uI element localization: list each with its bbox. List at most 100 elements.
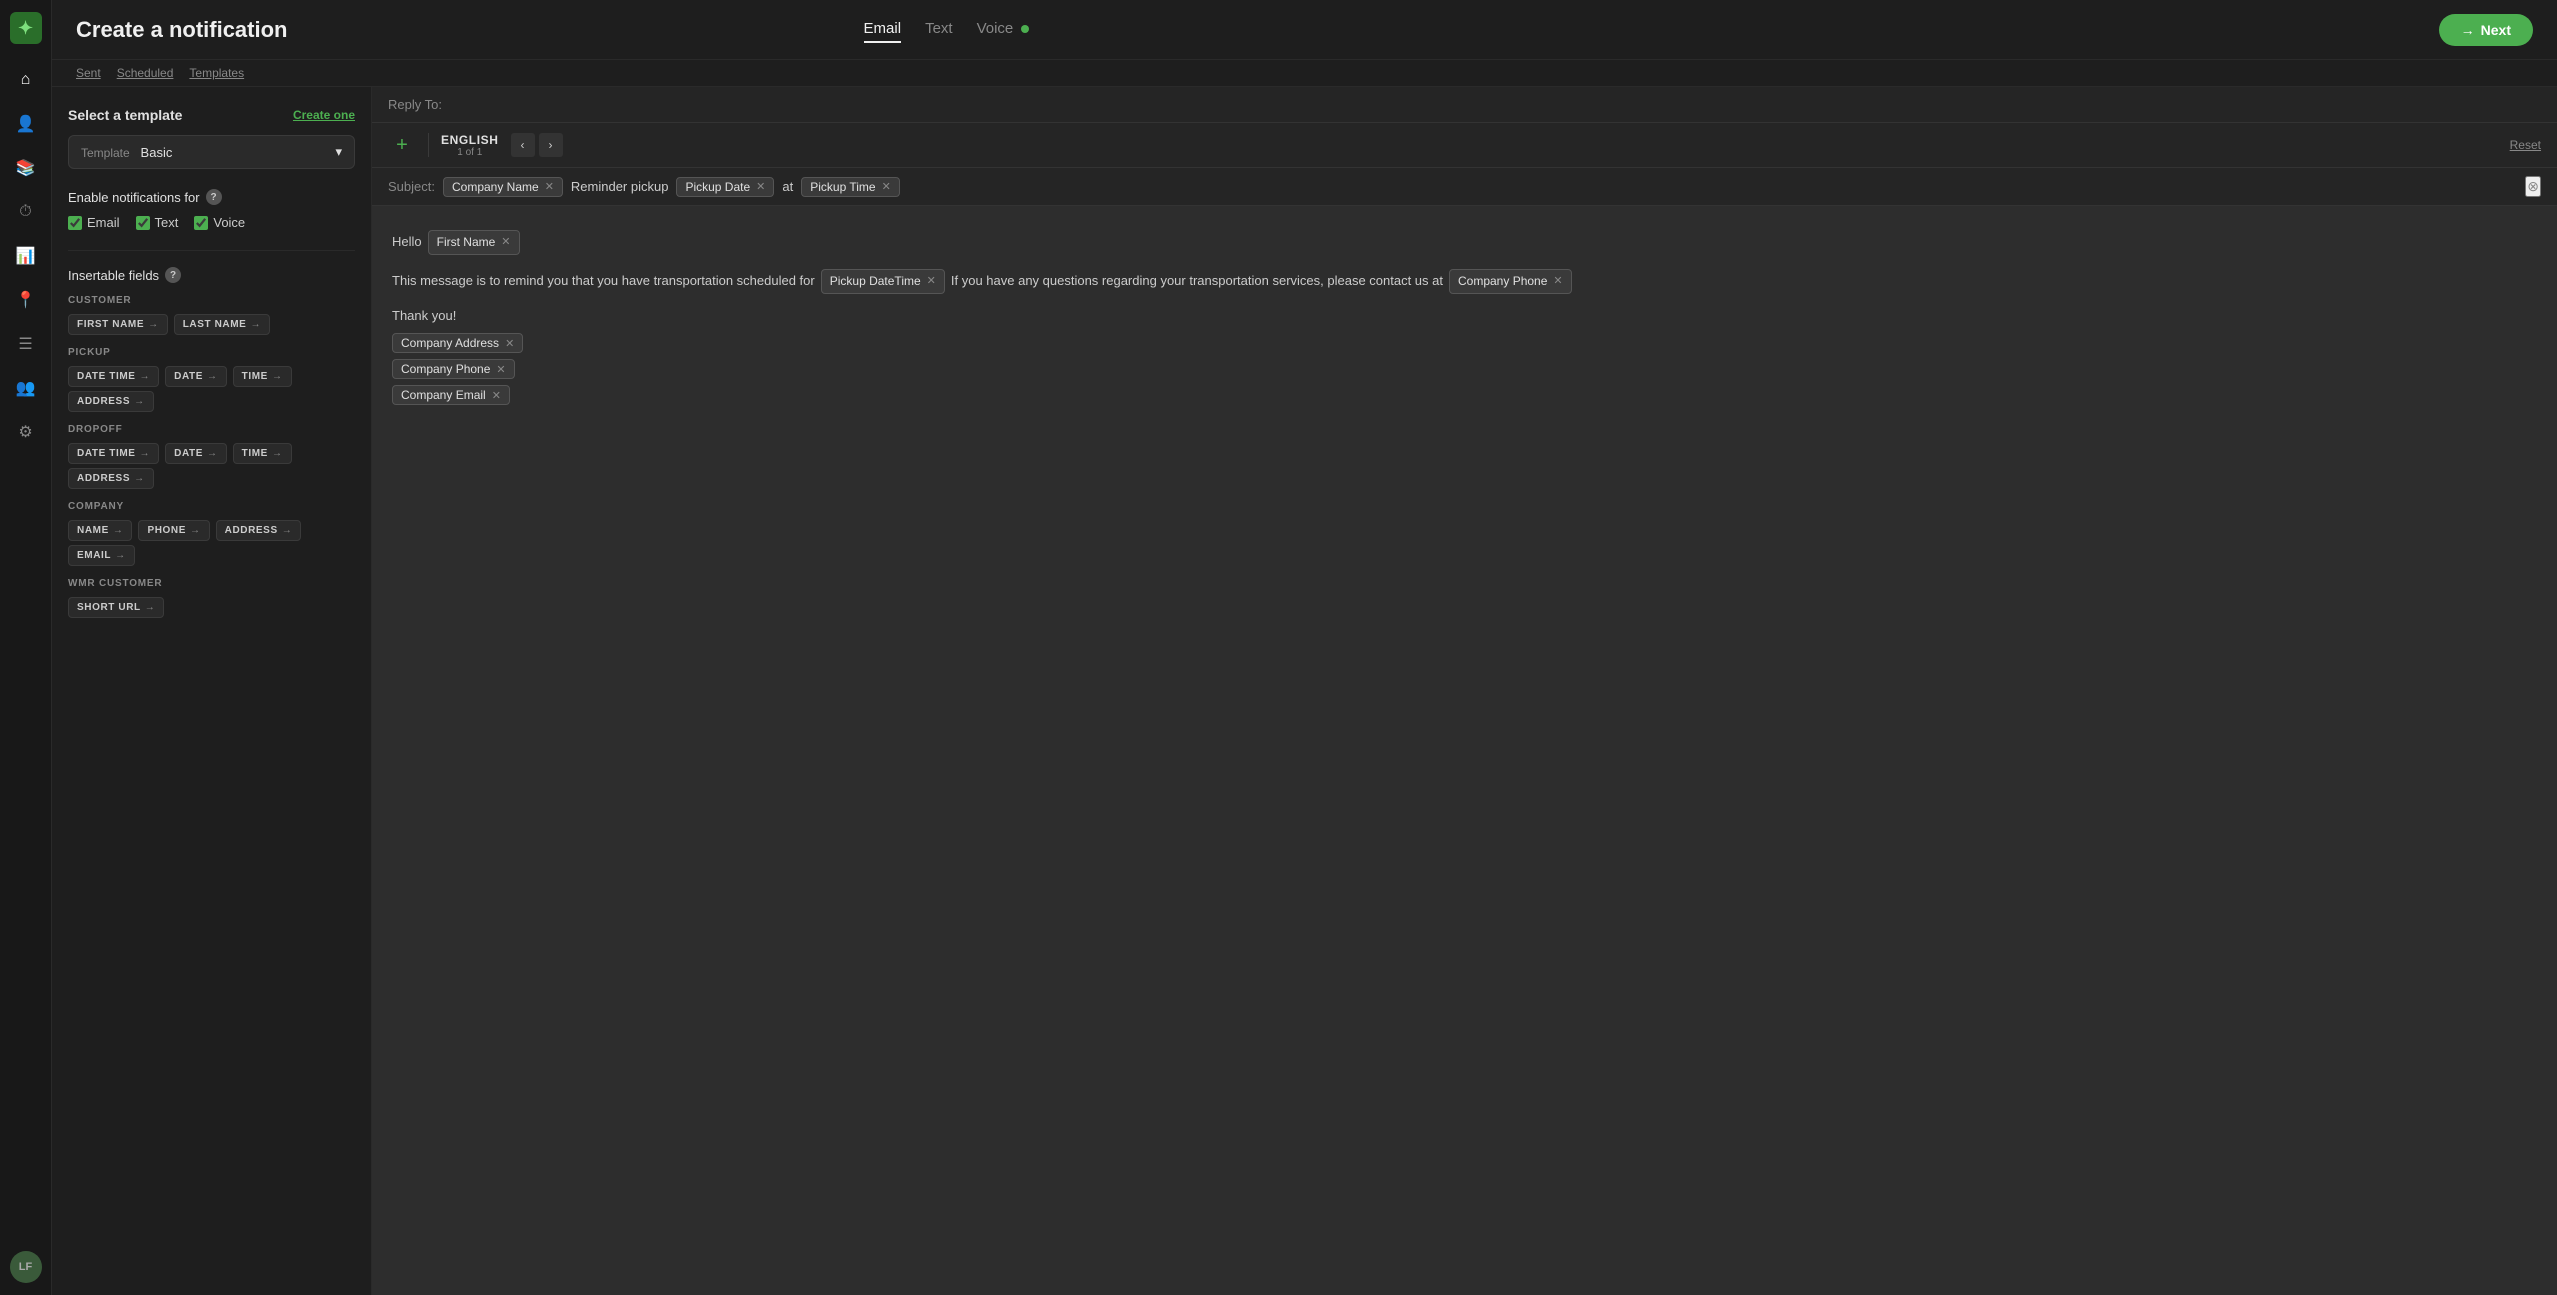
arrow-icon: →	[207, 371, 218, 382]
sidebar: ✦ ⌂ 👤 📚 ⏱ 📊 📍 ☰ 👥 ⚙ LF	[0, 0, 52, 1295]
field-btn-dropoff-date[interactable]: DATE →	[165, 443, 227, 464]
subject-label: Subject:	[388, 179, 435, 194]
reply-to-label: Reply To:	[388, 97, 442, 112]
field-btn-dropoff-time[interactable]: TIME →	[233, 443, 292, 464]
notification-channels: Email Text Voice	[68, 215, 355, 230]
sidebar-item-clock[interactable]: ⏱	[8, 194, 44, 230]
field-btn-company-address[interactable]: ADDRESS →	[216, 520, 302, 541]
arrow-icon: →	[140, 371, 151, 382]
field-btn-company-email[interactable]: EMAIL →	[68, 545, 135, 566]
language-nav: ‹ ›	[511, 133, 563, 157]
arrow-icon: →	[113, 525, 124, 536]
select-template-label: Select a template	[68, 107, 182, 123]
remove-pickup-date-tag[interactable]: ✕	[756, 180, 765, 193]
remove-first-name-tag[interactable]: ✕	[501, 234, 510, 252]
sub-nav-sent[interactable]: Sent	[76, 66, 101, 80]
arrow-icon: →	[250, 319, 261, 330]
sidebar-item-group[interactable]: 👥	[8, 370, 44, 406]
field-btn-short-url[interactable]: SHORT URL →	[68, 597, 164, 618]
sidebar-item-chart[interactable]: 📊	[8, 238, 44, 274]
enable-title: Enable notifications for ?	[68, 189, 355, 205]
arrow-icon: →	[272, 448, 283, 459]
field-btn-dropoff-address[interactable]: ADDRESS →	[68, 468, 154, 489]
tab-voice[interactable]: Voice	[977, 16, 1030, 43]
remove-company-phone-tag[interactable]: ✕	[1553, 273, 1562, 291]
sidebar-item-list[interactable]: ☰	[8, 326, 44, 362]
email-editor: Reply To: + ENGLISH 1 of 1 ‹ › Reset Sub…	[372, 87, 2557, 1295]
thank-you-text: Thank you!	[392, 308, 2537, 323]
reset-button[interactable]: Reset	[2510, 138, 2541, 152]
sidebar-item-book[interactable]: 📚	[8, 150, 44, 186]
template-dropdown[interactable]: Template Basic ▾	[68, 135, 355, 169]
field-btn-pickup-datetime[interactable]: DATE TIME →	[68, 366, 159, 387]
sidebar-item-home[interactable]: ⌂	[8, 62, 44, 98]
remove-company-phone-sig-tag[interactable]: ✕	[496, 363, 505, 376]
signature-tag-address: Company Address ✕	[392, 333, 2537, 353]
subject-tag-pickup-date: Pickup Date ✕	[676, 177, 774, 197]
insertable-fields-section: Insertable fields ?	[68, 267, 355, 283]
voice-checkbox[interactable]	[194, 216, 208, 230]
customer-group-label: CUSTOMER	[68, 295, 355, 306]
email-checkbox-label[interactable]: Email	[68, 215, 120, 230]
field-btn-dropoff-datetime[interactable]: DATE TIME →	[68, 443, 159, 464]
avatar[interactable]: LF	[10, 1251, 42, 1283]
customer-fields: FIRST NAME → LAST NAME →	[68, 314, 355, 335]
arrow-icon: →	[282, 525, 293, 536]
subject-text-at: at	[782, 179, 793, 194]
add-language-button[interactable]: +	[388, 131, 416, 159]
wmr-fields: SHORT URL →	[68, 597, 355, 618]
content-area: Select a template Create one Template Ba…	[52, 87, 2557, 1295]
pickup-group-label: PICKUP	[68, 347, 355, 358]
subject-tag-company-name: Company Name ✕	[443, 177, 563, 197]
voice-info-dot	[1021, 25, 1029, 33]
enable-info-icon[interactable]: ?	[206, 189, 222, 205]
field-btn-first-name[interactable]: FIRST NAME →	[68, 314, 168, 335]
sidebar-item-users[interactable]: 👤	[8, 106, 44, 142]
next-language-button[interactable]: ›	[539, 133, 563, 157]
tab-text[interactable]: Text	[925, 16, 953, 43]
sub-nav-templates[interactable]: Templates	[189, 66, 244, 80]
insertable-info-icon[interactable]: ?	[165, 267, 181, 283]
field-btn-last-name[interactable]: LAST NAME →	[174, 314, 270, 335]
remove-pickup-time-tag[interactable]: ✕	[882, 180, 891, 193]
field-btn-pickup-address[interactable]: ADDRESS →	[68, 391, 154, 412]
app-logo[interactable]: ✦	[10, 12, 42, 44]
text-checkbox[interactable]	[136, 216, 150, 230]
email-checkbox[interactable]	[68, 216, 82, 230]
company-fields-row1: NAME → PHONE → ADDRESS →	[68, 520, 355, 541]
arrow-icon: →	[134, 396, 145, 407]
arrow-icon: →	[272, 371, 283, 382]
arrow-icon: →	[190, 525, 201, 536]
remove-pickup-datetime-tag[interactable]: ✕	[927, 273, 936, 291]
sidebar-item-location[interactable]: 📍	[8, 282, 44, 318]
remove-company-name-tag[interactable]: ✕	[545, 180, 554, 193]
arrow-icon: →	[115, 550, 126, 561]
enable-notifications-section: Enable notifications for ? Email Text Vo…	[68, 189, 355, 230]
reply-to-bar: Reply To:	[372, 87, 2557, 123]
create-one-link[interactable]: Create one	[293, 108, 355, 122]
email-body[interactable]: Hello First Name ✕ This message is to re…	[372, 206, 2557, 1295]
text-checkbox-label[interactable]: Text	[136, 215, 179, 230]
company-group-label: COMPANY	[68, 501, 355, 512]
field-btn-pickup-time[interactable]: TIME →	[233, 366, 292, 387]
page-title: Create a notification	[76, 17, 864, 43]
remove-company-email-sig-tag[interactable]: ✕	[492, 389, 501, 402]
field-btn-company-name[interactable]: NAME →	[68, 520, 132, 541]
arrow-icon: →	[145, 602, 156, 613]
field-btn-company-phone[interactable]: PHONE →	[138, 520, 209, 541]
sub-nav-scheduled[interactable]: Scheduled	[117, 66, 174, 80]
language-count: 1 of 1	[457, 147, 482, 158]
tab-email[interactable]: Email	[864, 16, 902, 43]
voice-checkbox-label[interactable]: Voice	[194, 215, 245, 230]
signature-tag-email: Company Email ✕	[392, 385, 2537, 405]
body-suffix: If you have any questions regarding your…	[951, 271, 1443, 292]
remove-company-address-sig-tag[interactable]: ✕	[505, 337, 514, 350]
next-button[interactable]: → Next	[2439, 14, 2533, 46]
subject-clear-button[interactable]: ⊗	[2525, 176, 2541, 197]
arrow-icon: →	[140, 448, 151, 459]
signature-tags: Company Address ✕ Company Phone ✕ Compan…	[392, 333, 2537, 405]
sidebar-item-settings[interactable]: ⚙	[8, 414, 44, 450]
prev-language-button[interactable]: ‹	[511, 133, 535, 157]
field-btn-pickup-date[interactable]: DATE →	[165, 366, 227, 387]
body-line: This message is to remind you that you h…	[392, 269, 2537, 294]
